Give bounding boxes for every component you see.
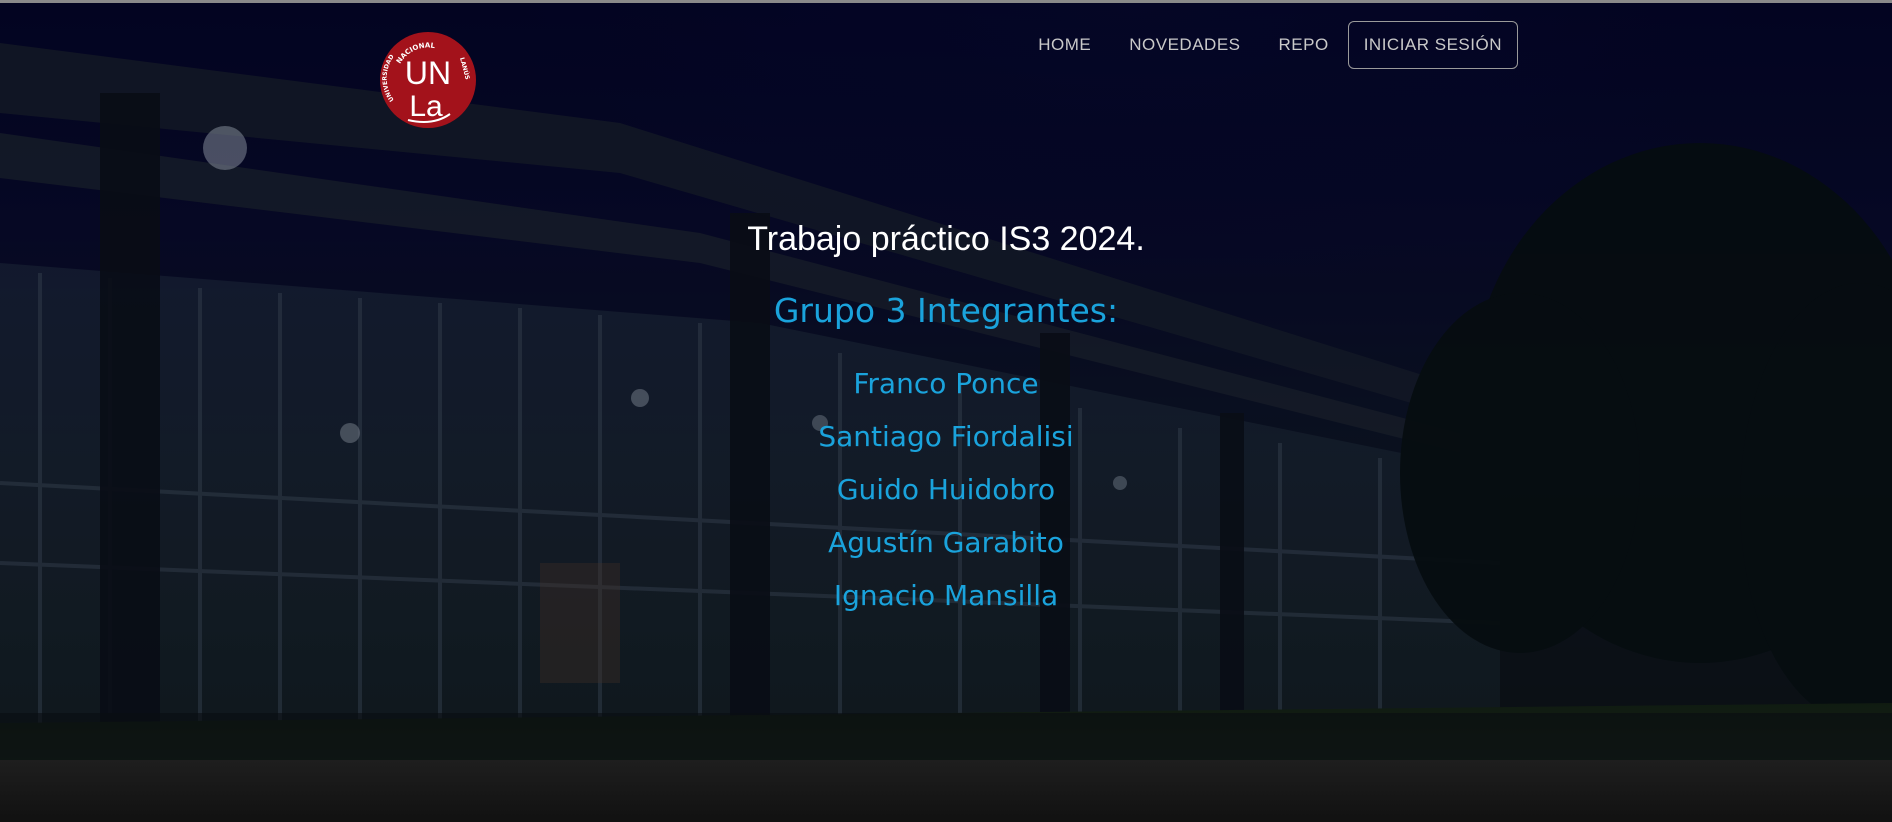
- group-heading: Grupo 3 Integrantes:: [773, 291, 1119, 330]
- unla-logo-emblem: NACIONAL UNIVERSIDAD LANÚS UN La: [380, 32, 476, 128]
- hero-section: NACIONAL UNIVERSIDAD LANÚS UN La HOME NO…: [0, 3, 1892, 760]
- logo-letters-top: UN: [405, 55, 451, 91]
- list-item: Guido Huidobro: [836, 473, 1056, 506]
- nav-repo[interactable]: REPO: [1260, 21, 1348, 69]
- list-item: Ignacio Mansilla: [833, 579, 1059, 612]
- unla-logo[interactable]: NACIONAL UNIVERSIDAD LANÚS UN La: [378, 30, 478, 130]
- login-button[interactable]: INICIAR SESIÓN: [1347, 21, 1518, 69]
- footer-bar: [0, 760, 1892, 822]
- main-nav: HOME NOVEDADES REPO INICIAR SESIÓN: [1019, 21, 1518, 69]
- list-item: Santiago Fiordalisi: [818, 420, 1074, 453]
- hero-content: Trabajo práctico IS3 2024. Grupo 3 Integ…: [0, 203, 1892, 622]
- nav-home[interactable]: HOME: [1019, 21, 1110, 69]
- nav-novedades[interactable]: NOVEDADES: [1110, 21, 1259, 69]
- list-item: Agustín Garabito: [828, 526, 1064, 559]
- page-title: Trabajo práctico IS3 2024.: [747, 220, 1145, 258]
- list-item: Franco Ponce: [853, 367, 1039, 400]
- members-list: Franco Ponce Santiago Fiordalisi Guido H…: [0, 357, 1892, 622]
- logo-letters-bottom: La: [409, 90, 443, 123]
